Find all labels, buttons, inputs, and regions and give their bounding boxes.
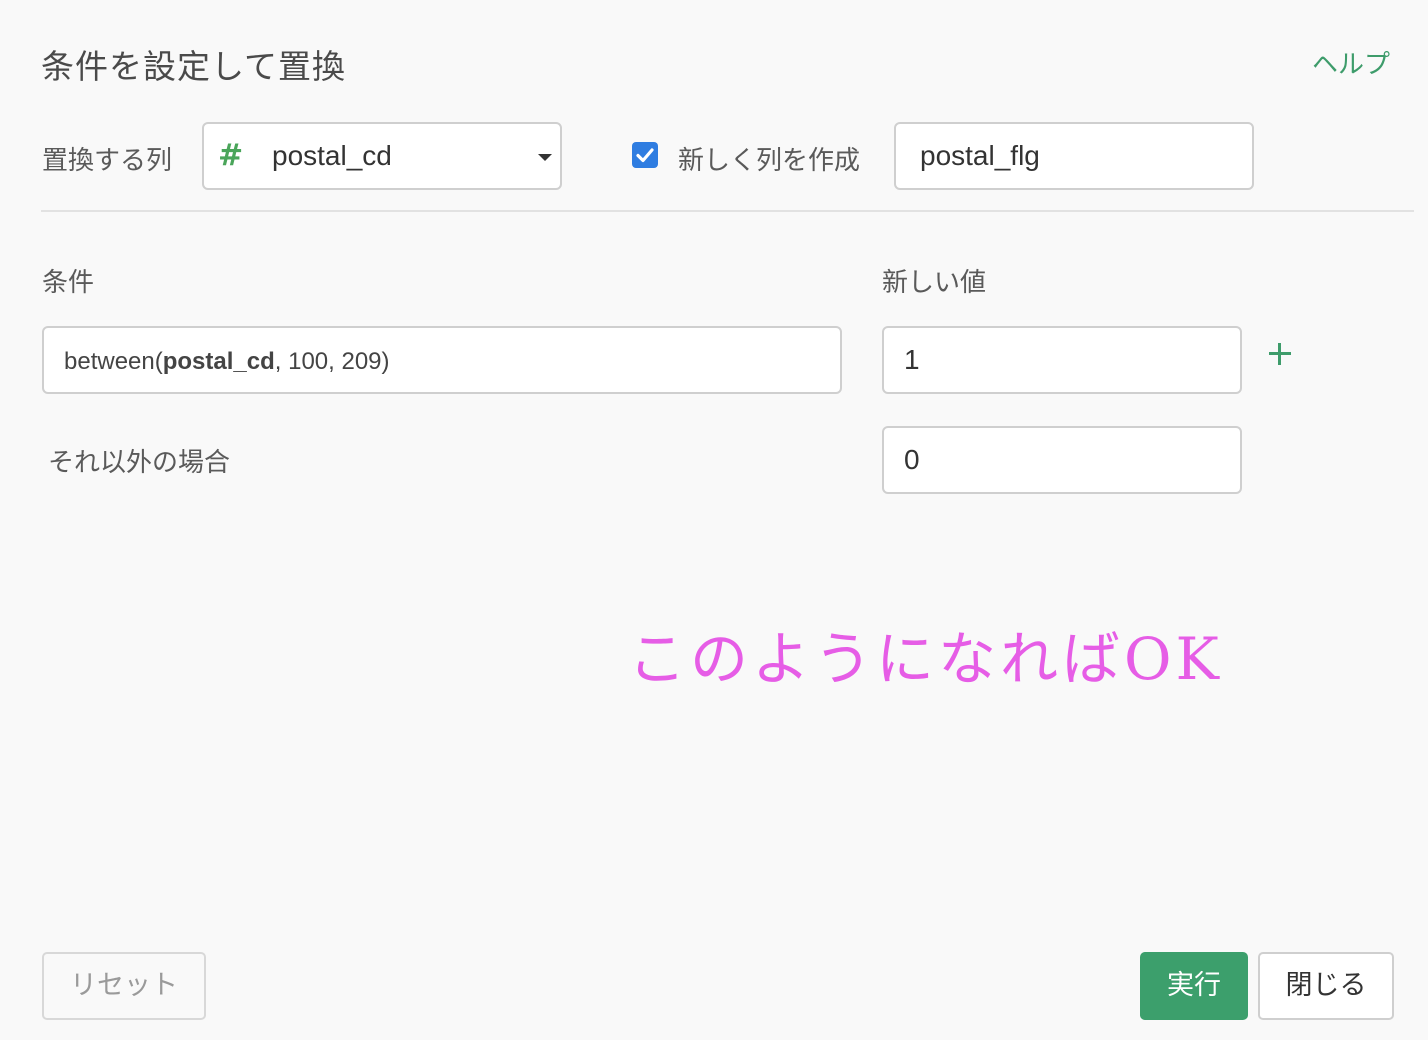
condition-header: 条件 xyxy=(42,268,95,298)
check-icon xyxy=(636,148,654,163)
dialog-title: 条件を設定して置換 xyxy=(41,47,347,86)
chevron-down-icon xyxy=(538,154,552,161)
condition-prefix: between( xyxy=(64,348,163,375)
reset-button[interactable]: リセット xyxy=(42,952,206,1020)
new-value-header: 新しい値 xyxy=(882,268,987,298)
divider xyxy=(41,210,1414,212)
condition-column: postal_cd xyxy=(162,348,275,375)
help-link[interactable]: ヘルプ xyxy=(1312,44,1390,81)
annotation-text: このようになればOK xyxy=(628,625,1223,693)
otherwise-value-input[interactable] xyxy=(882,426,1242,494)
replace-column-label: 置換する列 xyxy=(42,146,173,176)
create-new-column-checkbox[interactable] xyxy=(632,142,658,168)
create-new-column-label: 新しく列を作成 xyxy=(678,146,861,176)
new-value-input[interactable] xyxy=(882,326,1242,394)
column-select-value: postal_cd xyxy=(272,140,392,171)
add-condition-button[interactable] xyxy=(1266,340,1294,368)
condition-expression-input[interactable]: between(postal_cd, 100, 209) xyxy=(42,326,842,394)
run-button[interactable]: 実行 xyxy=(1140,952,1248,1020)
numeric-type-icon: # xyxy=(218,138,244,173)
otherwise-label: それ以外の場合 xyxy=(48,448,231,478)
column-select[interactable]: # postal_cd xyxy=(202,122,562,190)
new-column-name-input[interactable] xyxy=(894,122,1254,190)
condition-suffix: , 100, 209) xyxy=(274,348,390,375)
close-button[interactable]: 閉じる xyxy=(1258,952,1394,1020)
